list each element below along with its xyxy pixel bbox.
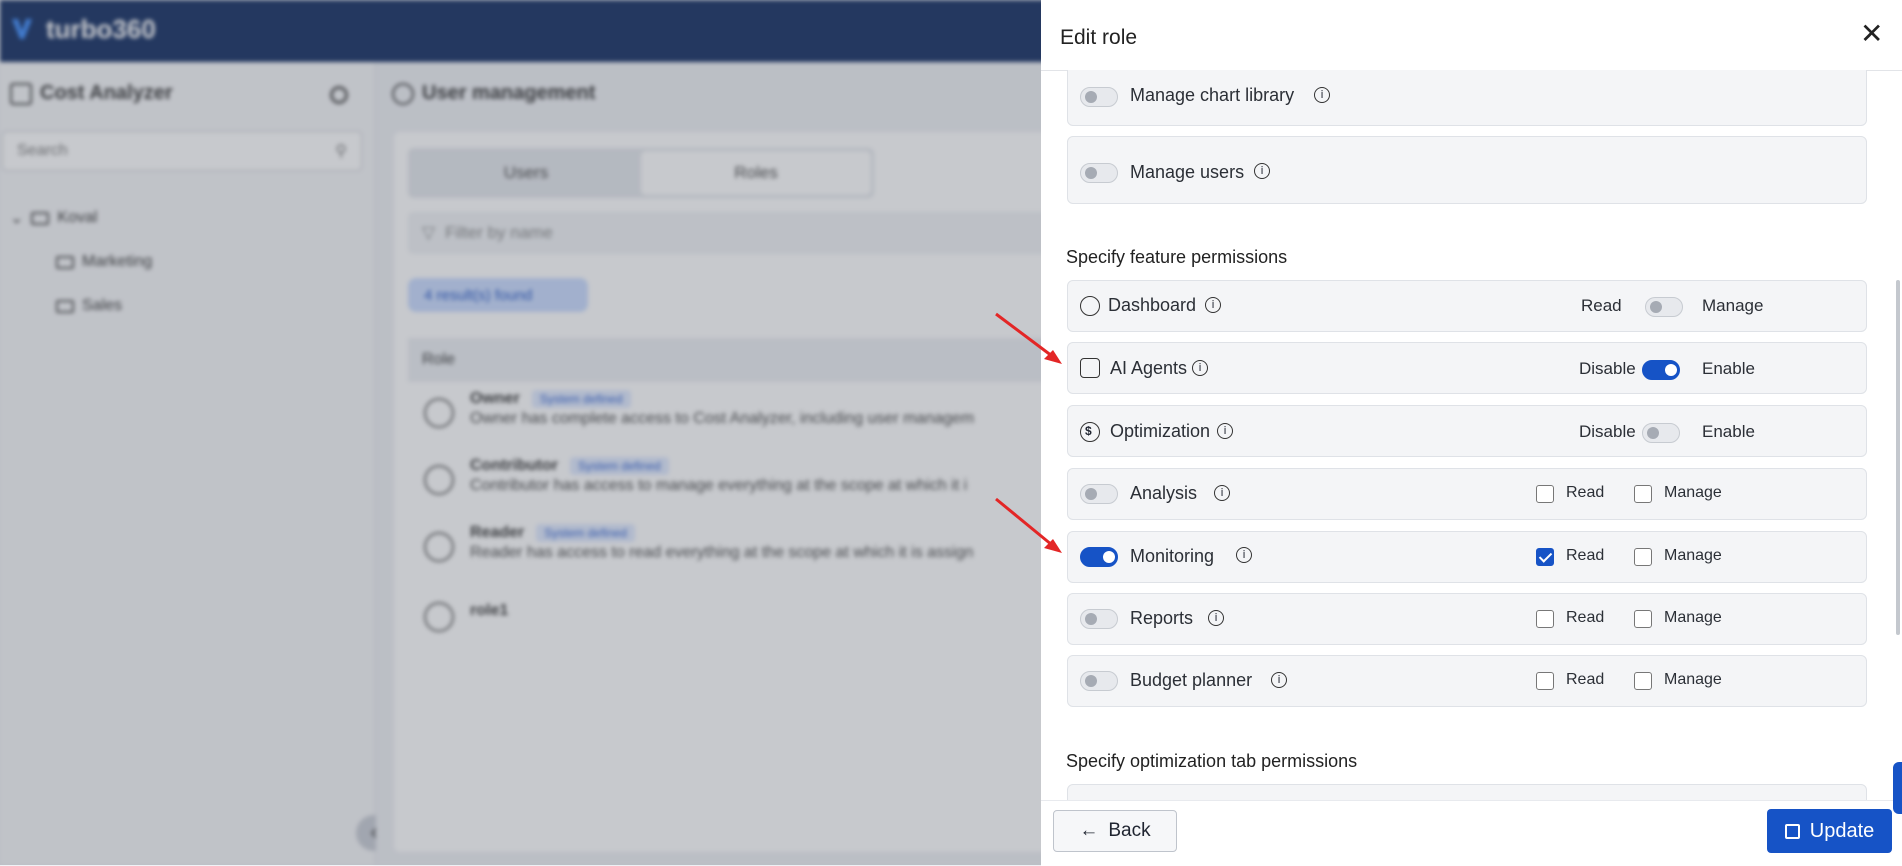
optimization-toggle[interactable]: [1642, 423, 1680, 443]
dashboard-icon: [1080, 296, 1100, 316]
back-button[interactable]: ← Back: [1053, 810, 1177, 852]
monitoring-read-checkbox[interactable]: [1536, 548, 1554, 566]
info-icon[interactable]: i: [1208, 610, 1224, 626]
analysis-manage-checkbox[interactable]: [1634, 485, 1652, 503]
scrollbar-thumb[interactable]: [1896, 280, 1900, 635]
arrow-left-icon: ←: [1079, 820, 1099, 841]
info-icon[interactable]: i: [1271, 672, 1287, 688]
analysis-toggle[interactable]: [1080, 484, 1118, 504]
info-icon[interactable]: i: [1214, 485, 1230, 501]
feature-row-analysis: Analysis i Read Manage: [1067, 468, 1867, 520]
feature-row-reports: Reports i Read Manage: [1067, 593, 1867, 645]
feature-row-budget-planner: Budget planner i Read Manage: [1067, 655, 1867, 707]
dashboard-permission-toggle[interactable]: [1645, 297, 1683, 317]
annotation-arrow-icon: [995, 497, 1062, 553]
info-icon[interactable]: i: [1217, 423, 1233, 439]
optimization-tab-permissions-heading: Specify optimization tab permissions: [1066, 751, 1358, 771]
drawer-title: Edit role: [1060, 26, 1138, 49]
close-icon[interactable]: ✕: [1860, 20, 1883, 48]
reports-read-checkbox[interactable]: [1536, 610, 1554, 628]
monitoring-toggle[interactable]: [1080, 547, 1118, 567]
info-icon[interactable]: i: [1236, 547, 1252, 563]
help-side-tab[interactable]: [1893, 762, 1902, 814]
dollar-icon: $: [1080, 422, 1100, 442]
info-icon[interactable]: i: [1205, 297, 1221, 313]
permission-manage-users: Manage users i: [1067, 136, 1867, 204]
annotation-arrow-icon: [995, 312, 1062, 364]
drawer-header: Edit role ✕: [1041, 0, 1902, 71]
drawer-body: Manage chart library i Manage users i Sp…: [1041, 70, 1902, 800]
update-button[interactable]: Update: [1767, 809, 1892, 853]
feature-row-dashboard: Dashboard i Read Manage: [1067, 280, 1867, 332]
budget-planner-read-checkbox[interactable]: [1536, 672, 1554, 690]
info-icon[interactable]: i: [1314, 87, 1330, 103]
modal-overlay[interactable]: [0, 0, 1041, 865]
info-icon[interactable]: i: [1254, 163, 1270, 179]
permission-manage-chart-library: Manage chart library i: [1067, 70, 1867, 126]
feature-permissions-heading: Specify feature permissions: [1066, 247, 1288, 267]
budget-planner-manage-checkbox[interactable]: [1634, 672, 1652, 690]
manage-users-toggle[interactable]: [1080, 163, 1118, 183]
reports-toggle[interactable]: [1080, 609, 1118, 629]
edit-role-drawer: Edit role ✕ Manage chart library i Manag…: [1041, 0, 1902, 866]
save-icon: [1784, 823, 1800, 839]
drawer-footer: ← Back Update: [1041, 800, 1902, 866]
reports-manage-checkbox[interactable]: [1634, 610, 1652, 628]
optimization-tab-row: [1067, 784, 1867, 800]
feature-row-optimization: $ Optimization i Disable Enable: [1067, 405, 1867, 457]
feature-row-monitoring: Monitoring i Read Manage: [1067, 531, 1867, 583]
monitoring-manage-checkbox[interactable]: [1634, 548, 1652, 566]
feature-row-ai-agents: AI Agents i Disable Enable: [1067, 342, 1867, 394]
ai-agents-toggle[interactable]: [1642, 360, 1680, 380]
budget-planner-toggle[interactable]: [1080, 671, 1118, 691]
analysis-read-checkbox[interactable]: [1536, 485, 1554, 503]
info-icon[interactable]: i: [1192, 360, 1208, 376]
manage-chart-library-toggle[interactable]: [1080, 87, 1118, 107]
ai-agents-icon: [1080, 358, 1100, 378]
